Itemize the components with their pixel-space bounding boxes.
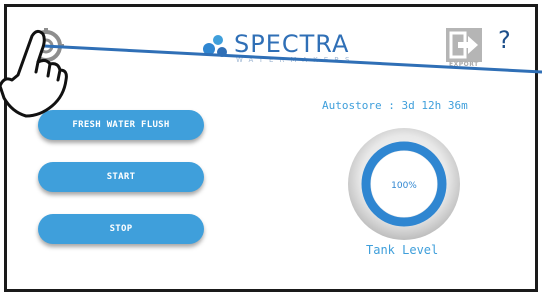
export-label: EXPORT xyxy=(449,61,479,68)
autostore-status: Autostore : 3d 12h 36m xyxy=(322,99,468,112)
spectra-logo-icon xyxy=(203,35,227,57)
stop-button[interactable]: STOP xyxy=(38,214,204,244)
brand-logo: SPECTRA WATERMAKERS xyxy=(202,30,372,70)
brand-subtitle: WATERMAKERS xyxy=(236,56,356,64)
help-button[interactable]: ? xyxy=(498,26,511,54)
settings-button[interactable] xyxy=(26,26,66,66)
start-button[interactable]: START xyxy=(38,162,204,192)
tank-level-label: Tank Level xyxy=(366,243,439,257)
gear-icon xyxy=(28,28,64,64)
brand-name: SPECTRA xyxy=(234,30,350,58)
fresh-water-flush-button[interactable]: FRESH WATER FLUSH xyxy=(38,110,204,140)
tank-level-percent: 100% xyxy=(391,181,417,191)
tank-level-gauge: 100% xyxy=(346,126,462,242)
export-icon xyxy=(446,28,482,62)
